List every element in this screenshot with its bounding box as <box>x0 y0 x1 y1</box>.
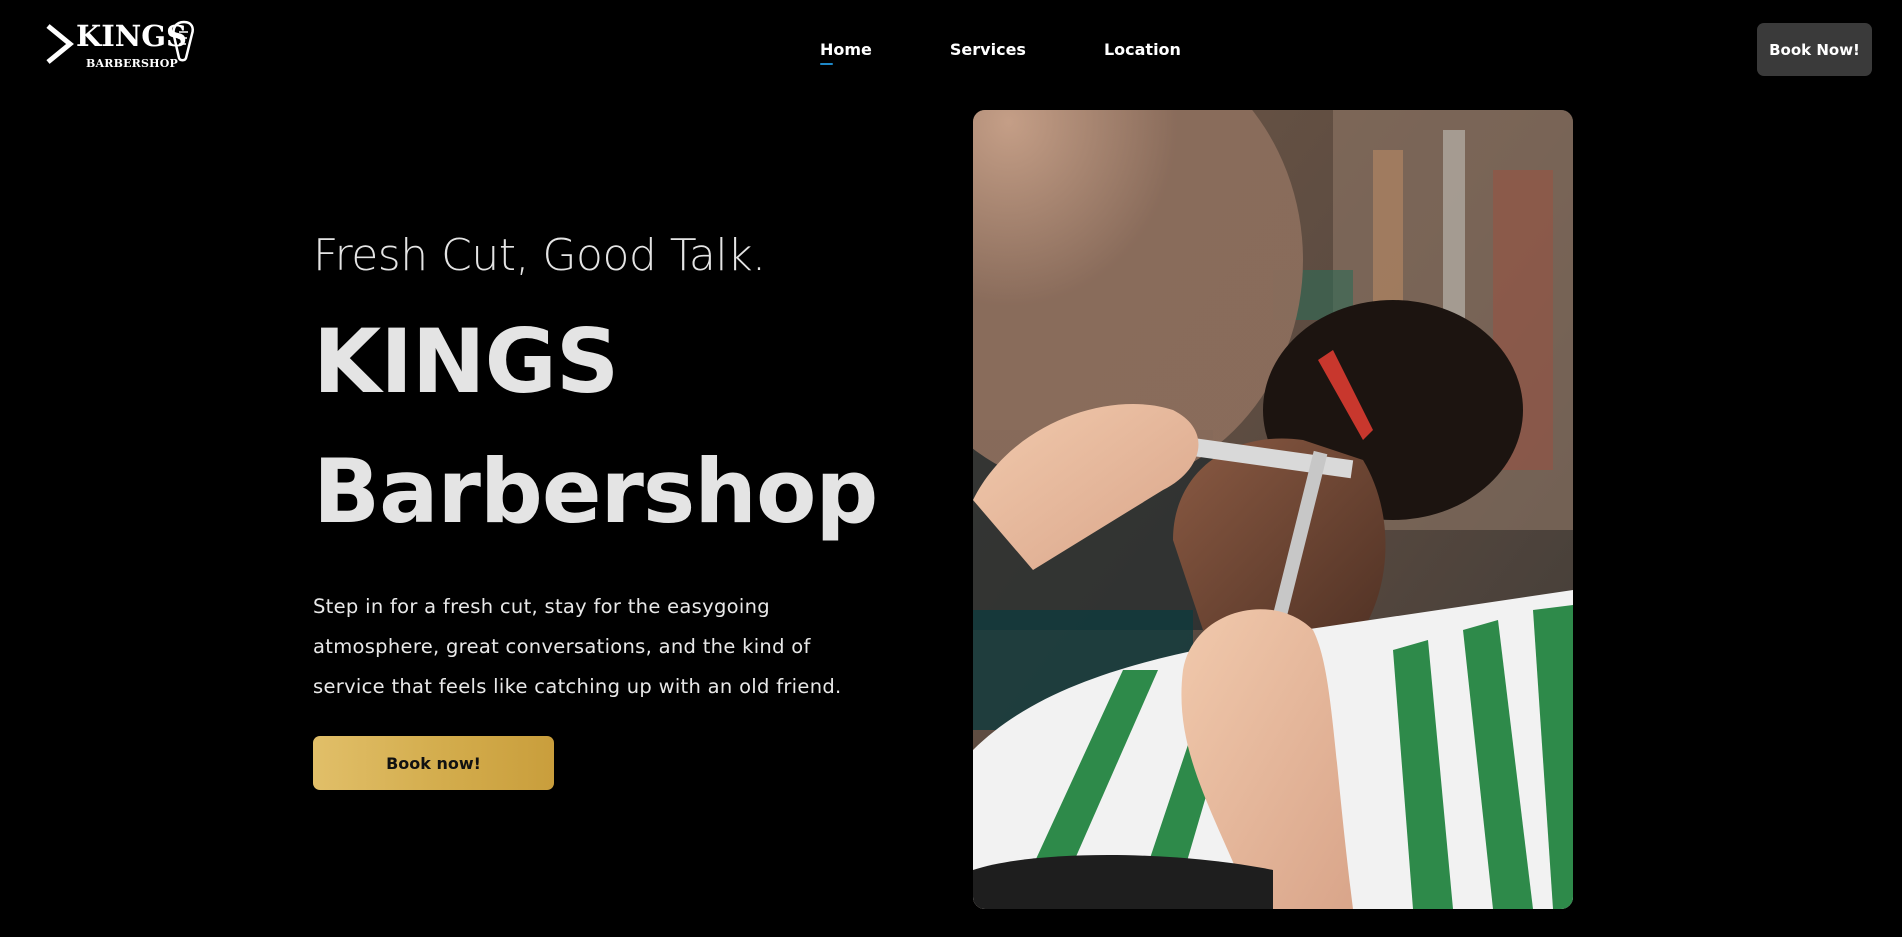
hero-title: KINGS Barbershop <box>313 297 878 557</box>
brand-logo[interactable]: KINGS BARBERSHOP <box>46 18 202 80</box>
hero-photo <box>973 110 1573 909</box>
hero-title-line1: KINGS <box>313 309 619 413</box>
nav-services-label: Services <box>949 40 1026 59</box>
brand-sub: BARBERSHOP <box>86 57 178 70</box>
hero-book-button[interactable]: Book now! <box>313 736 554 790</box>
header-book-button[interactable]: Book Now! <box>1757 23 1872 76</box>
nav-home-label: Home <box>820 40 872 59</box>
nav-location-label: Location <box>1103 40 1181 59</box>
razor-icon <box>46 24 74 64</box>
barber-cutting-hair-photo <box>973 110 1573 909</box>
site-header: KINGS BARBERSHOP Home Services Location … <box>0 0 1902 100</box>
hero-tagline: Fresh Cut, Good Talk. <box>313 230 766 281</box>
nav-active-indicator <box>820 63 833 65</box>
main-nav: Home Services Location <box>820 40 1181 65</box>
nav-home[interactable]: Home <box>820 40 872 65</box>
hero-title-line2: Barbershop <box>313 439 878 543</box>
nav-services[interactable]: Services <box>950 40 1026 59</box>
clipper-icon <box>172 20 194 62</box>
hero-section: Fresh Cut, Good Talk. KINGS Barbershop S… <box>313 230 878 707</box>
hero-description: Step in for a fresh cut, stay for the ea… <box>313 594 842 698</box>
nav-location[interactable]: Location <box>1104 40 1181 59</box>
